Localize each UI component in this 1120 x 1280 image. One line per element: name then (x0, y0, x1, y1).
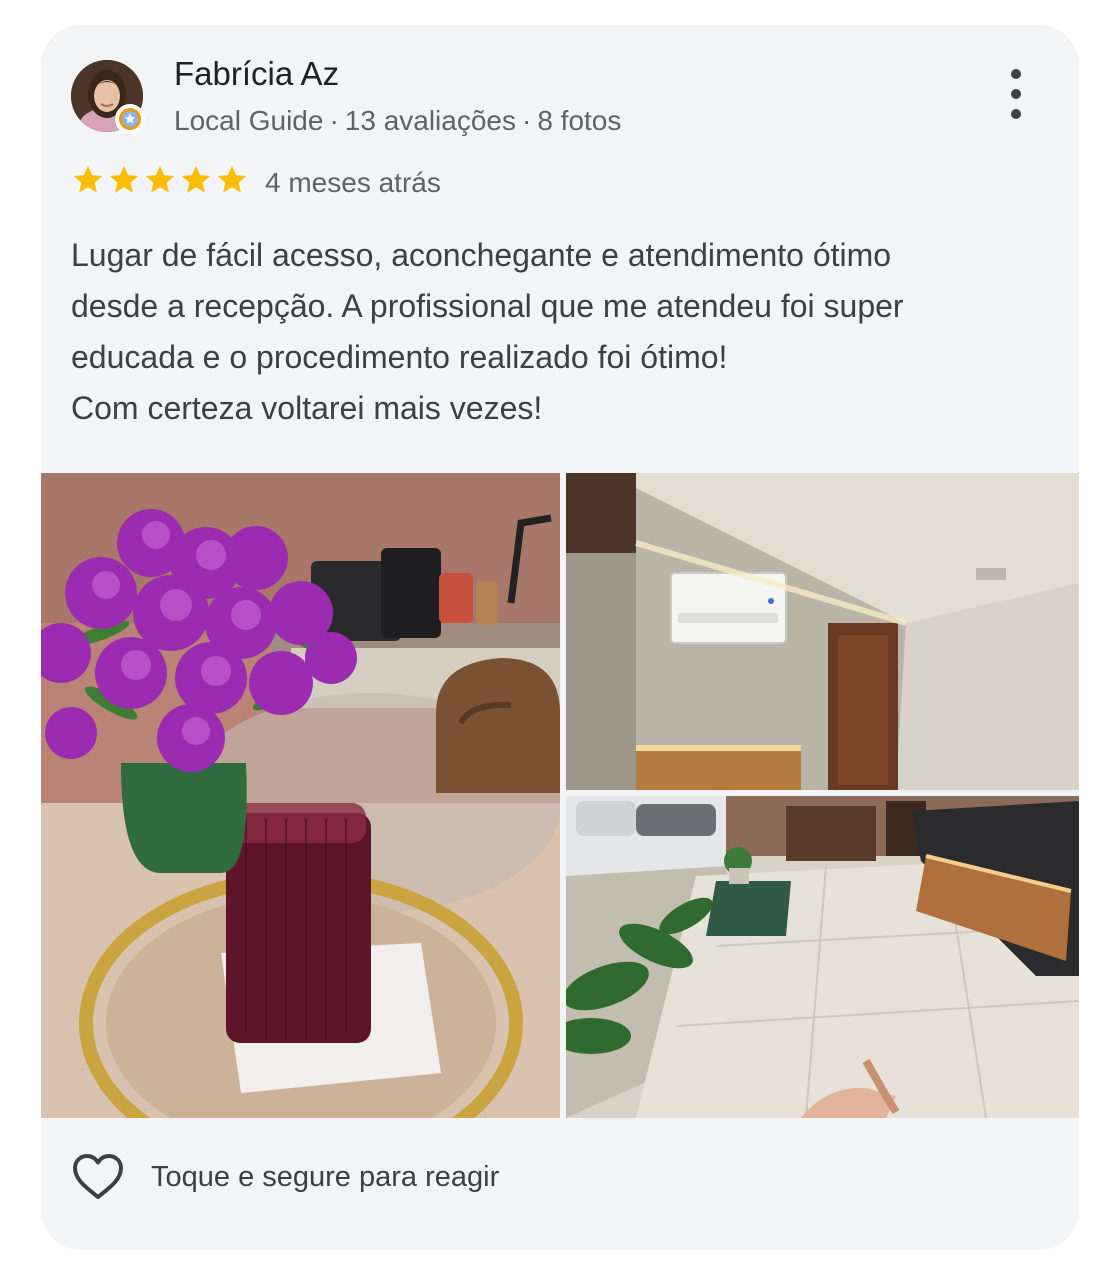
review-text: Lugar de fácil acesso, aconchegante e at… (71, 230, 1051, 434)
review-photo-hallway-ac[interactable] (566, 473, 1079, 790)
local-guide-label: Local Guide (174, 105, 324, 136)
review-text-line: Com certeza voltarei mais vezes! (71, 390, 543, 426)
review-photos (41, 473, 1079, 1118)
author-meta: Local Guide · 13 avaliações · 8 fotos (174, 105, 621, 137)
meta-separator: · (329, 105, 339, 136)
more-options-button[interactable] (1001, 69, 1031, 119)
heart-outline-icon (73, 1154, 123, 1199)
star-icon (145, 165, 175, 193)
star-icon (217, 165, 247, 193)
review-photo-reception[interactable] (566, 796, 1079, 1118)
local-guide-star-icon (119, 108, 141, 130)
more-dot (1011, 89, 1021, 99)
review-card: Fabrícia Az Local Guide · 13 avaliações · 8 … (41, 25, 1079, 1250)
avatar[interactable] (71, 60, 145, 134)
react-label: Toque e segure para reagir (151, 1160, 500, 1193)
react-button[interactable]: Toque e segure para reagir (71, 1153, 499, 1201)
star-rating (71, 163, 249, 197)
review-text-line: Lugar de fácil acesso, aconchegante e at… (71, 237, 892, 273)
review-photo-flowers-juice[interactable] (41, 473, 560, 1118)
review-text-line: educada e o procedimento realizado foi ó… (71, 339, 728, 375)
local-guide-badge (115, 104, 145, 134)
photo-count: 8 fotos (537, 105, 622, 136)
star-icon (181, 165, 211, 193)
review-count: 13 avaliações (344, 105, 516, 136)
star-icon (109, 165, 139, 193)
review-text-line: desde a recepção. A profissional que me … (71, 288, 904, 324)
star-icon (73, 165, 103, 193)
review-time: 4 meses atrás (265, 167, 441, 198)
meta-separator: · (522, 105, 532, 136)
author-name[interactable]: Fabrícia Az (174, 55, 339, 93)
more-vertical-icon (1011, 69, 1021, 79)
more-dot (1011, 109, 1021, 119)
